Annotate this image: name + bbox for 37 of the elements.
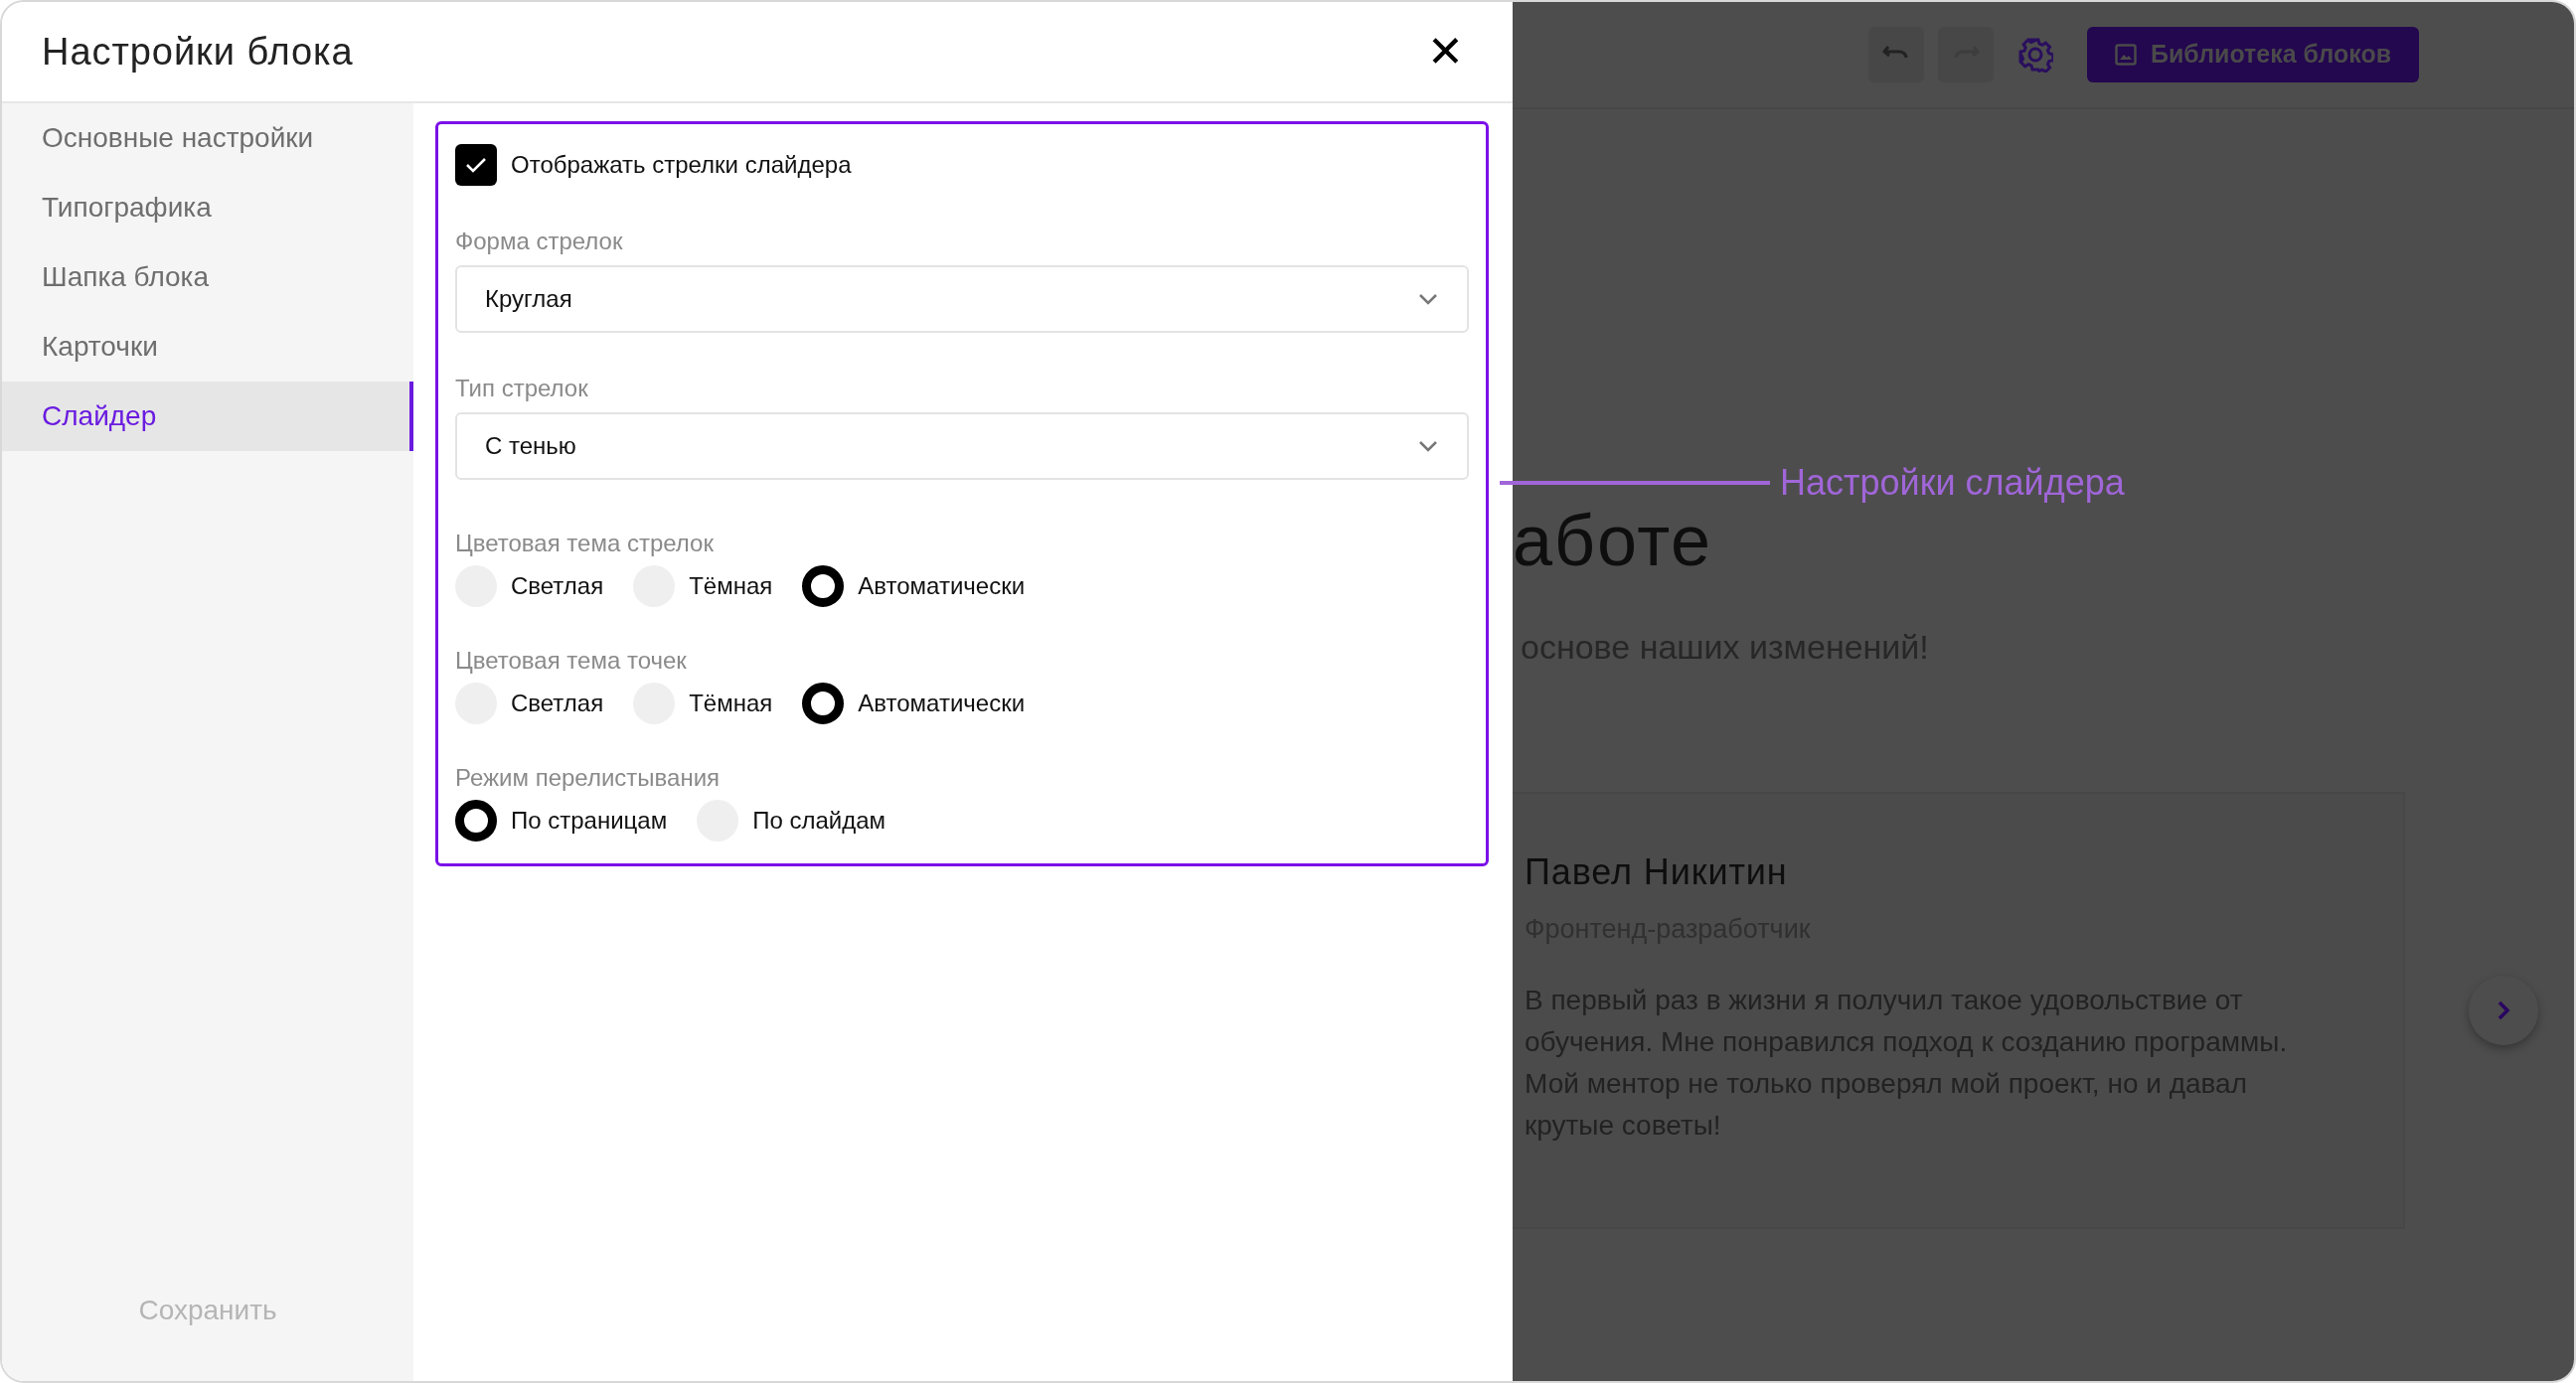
radio-label: Тёмная (689, 689, 773, 718)
dropdown-field[interactable]: С тенью (455, 412, 1469, 480)
chevron-right-icon (2496, 999, 2511, 1022)
check-icon (464, 156, 488, 174)
undo-button[interactable] (1868, 27, 1924, 82)
checkbox-label: Отображать стрелки слайдера (511, 150, 852, 180)
chevron-down-icon (1417, 292, 1439, 306)
image-icon (2115, 44, 2137, 66)
radio-label: По страницам (511, 806, 668, 836)
dropdown-field[interactable]: Круглая (455, 265, 1469, 333)
group-label: Режим перелистывания (455, 763, 722, 793)
radio-label: Светлая (511, 689, 604, 718)
close-button[interactable]: ✕ (1417, 24, 1473, 79)
group-label: Цветовая тема стрелок (455, 529, 715, 558)
radio-label: Автоматически (858, 571, 1026, 601)
radio-label: По слайдам (752, 806, 886, 836)
radio-button[interactable] (455, 800, 497, 842)
sidebar-item[interactable]: Слайдер (2, 382, 413, 451)
radio-label: Тёмная (689, 571, 773, 601)
heading: аботе (1513, 505, 1712, 576)
dialog-title: Настройки блока (42, 29, 354, 75)
group-label: Цветовая тема точек (455, 646, 688, 676)
settings-icon (2017, 37, 2053, 73)
radio-button[interactable] (802, 565, 845, 607)
sidebar-item[interactable]: Основные настройки (2, 103, 413, 173)
sidebar-item[interactable]: Карточки (2, 312, 413, 382)
person-name: Павел Никитин (1525, 850, 1789, 894)
sidebar-item[interactable]: Шапка блока (2, 242, 413, 312)
field-label: Тип стрелок (455, 374, 589, 403)
annotation-label: Настройки слайдера (1780, 465, 2125, 501)
field-label: Форма стрелок (455, 227, 624, 256)
radio-label: Светлая (511, 571, 604, 601)
radio-label: Автоматически (858, 689, 1026, 718)
radio-button[interactable] (802, 683, 845, 724)
chevron-down-icon (1417, 439, 1439, 453)
checkbox[interactable] (455, 144, 497, 186)
sidebar-item[interactable]: Типографика (2, 173, 413, 242)
